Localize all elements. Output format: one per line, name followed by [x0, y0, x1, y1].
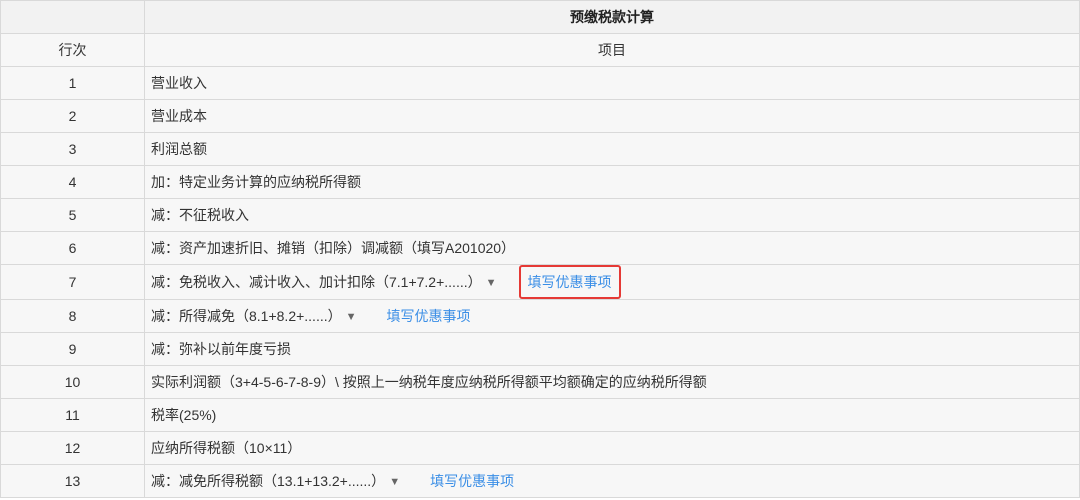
row-item: 营业成本 — [144, 99, 1080, 133]
row-item-label: 加：特定业务计算的应纳税所得额 — [151, 174, 361, 190]
table-row: 1 营业收入 — [0, 66, 1080, 100]
row-item: 税率(25%) — [144, 398, 1080, 432]
row-item: 减：减免所得税额（13.1+13.2+......） ▼ 填写优惠事项 — [144, 464, 1080, 498]
table-row: 12 应纳所得税额（10×11） — [0, 431, 1080, 465]
table-row: 10 实际利润额（3+4-5-6-7-8-9）\ 按照上一纳税年度应纳税所得额平均… — [0, 365, 1080, 399]
row-index: 8 — [0, 299, 145, 333]
row-item: 加：特定业务计算的应纳税所得额 — [144, 165, 1080, 199]
fill-preferential-items-link[interactable]: 填写优惠事项 — [518, 265, 621, 299]
group-header-row: 预缴税款计算 — [0, 0, 1080, 34]
column-header-row: 行次 项目 — [0, 33, 1080, 67]
col-header-item: 项目 — [144, 33, 1080, 67]
row-index: 13 — [0, 464, 145, 498]
row-index: 4 — [0, 165, 145, 199]
row-item: 营业收入 — [144, 66, 1080, 100]
row-index: 7 — [0, 264, 145, 300]
group-title: 预缴税款计算 — [144, 0, 1080, 34]
table-row: 13 减：减免所得税额（13.1+13.2+......） ▼ 填写优惠事项 — [0, 464, 1080, 498]
row-index: 2 — [0, 99, 145, 133]
row-index: 1 — [0, 66, 145, 100]
table-row: 2 营业成本 — [0, 99, 1080, 133]
caret-down-icon[interactable]: ▼ — [346, 311, 357, 323]
row-item-label: 减：免税收入、减计收入、加计扣除（7.1+7.2+......） — [151, 274, 482, 290]
row-item-label: 减：资产加速折旧、摊销（扣除）调减额（填写A201020） — [151, 240, 516, 256]
row-item-label: 税率(25%) — [151, 407, 217, 423]
row-index: 10 — [0, 365, 145, 399]
row-item-label: 减：不征税收入 — [151, 207, 249, 223]
table-row: 3 利润总额 — [0, 132, 1080, 166]
row-item: 利润总额 — [144, 132, 1080, 166]
row-item-label: 利润总额 — [151, 141, 207, 157]
row-item-label: 实际利润额（3+4-5-6-7-8-9）\ 按照上一纳税年度应纳税所得额平均额确… — [151, 374, 707, 390]
row-item: 减：不征税收入 — [144, 198, 1080, 232]
row-index: 3 — [0, 132, 145, 166]
row-item: 实际利润额（3+4-5-6-7-8-9）\ 按照上一纳税年度应纳税所得额平均额确… — [144, 365, 1080, 399]
table-row: 5 减：不征税收入 — [0, 198, 1080, 232]
table-row: 4 加：特定业务计算的应纳税所得额 — [0, 165, 1080, 199]
row-index: 11 — [0, 398, 145, 432]
row-item-label: 营业收入 — [151, 75, 207, 91]
col-header-index: 行次 — [0, 33, 145, 67]
table-row: 11 税率(25%) — [0, 398, 1080, 432]
row-item: 应纳所得税额（10×11） — [144, 431, 1080, 465]
row-index: 9 — [0, 332, 145, 366]
table-row: 8 减：所得减免（8.1+8.2+......） ▼ 填写优惠事项 — [0, 299, 1080, 333]
row-item: 减：所得减免（8.1+8.2+......） ▼ 填写优惠事项 — [144, 299, 1080, 333]
table-row: 9 减：弥补以前年度亏损 — [0, 332, 1080, 366]
row-item-label: 应纳所得税额（10×11） — [151, 440, 302, 456]
caret-down-icon[interactable]: ▼ — [389, 476, 400, 488]
tax-form-panel: 预缴税款计算 行次 项目 1 营业收入 2 营业成本 3 利润总额 4 加：特定业务计算的应纳… — [0, 0, 1080, 500]
caret-down-icon[interactable]: ▼ — [486, 277, 497, 289]
group-header-empty — [0, 0, 145, 34]
fill-preferential-items-link[interactable]: 填写优惠事项 — [387, 308, 471, 324]
row-index: 12 — [0, 431, 145, 465]
fill-preferential-items-link[interactable]: 填写优惠事项 — [430, 473, 514, 489]
row-index: 6 — [0, 231, 145, 265]
table-row: 6 减：资产加速折旧、摊销（扣除）调减额（填写A201020） — [0, 231, 1080, 265]
row-item: 减：免税收入、减计收入、加计扣除（7.1+7.2+......） ▼ 填写优惠事项 — [144, 264, 1080, 300]
table-row: 7 减：免税收入、减计收入、加计扣除（7.1+7.2+......） ▼ 填写优惠事项 — [0, 264, 1080, 300]
row-item-label: 减：所得减免（8.1+8.2+......） — [151, 308, 342, 324]
row-item: 减：资产加速折旧、摊销（扣除）调减额（填写A201020） — [144, 231, 1080, 265]
row-item: 减：弥补以前年度亏损 — [144, 332, 1080, 366]
row-item-label: 减：减免所得税额（13.1+13.2+......） — [151, 473, 386, 489]
prepaid-tax-table: 预缴税款计算 行次 项目 1 营业收入 2 营业成本 3 利润总额 4 加：特定业务计算的应纳… — [0, 0, 1080, 498]
row-item-label: 营业成本 — [151, 108, 207, 124]
row-item-label: 减：弥补以前年度亏损 — [151, 341, 291, 357]
row-index: 5 — [0, 198, 145, 232]
